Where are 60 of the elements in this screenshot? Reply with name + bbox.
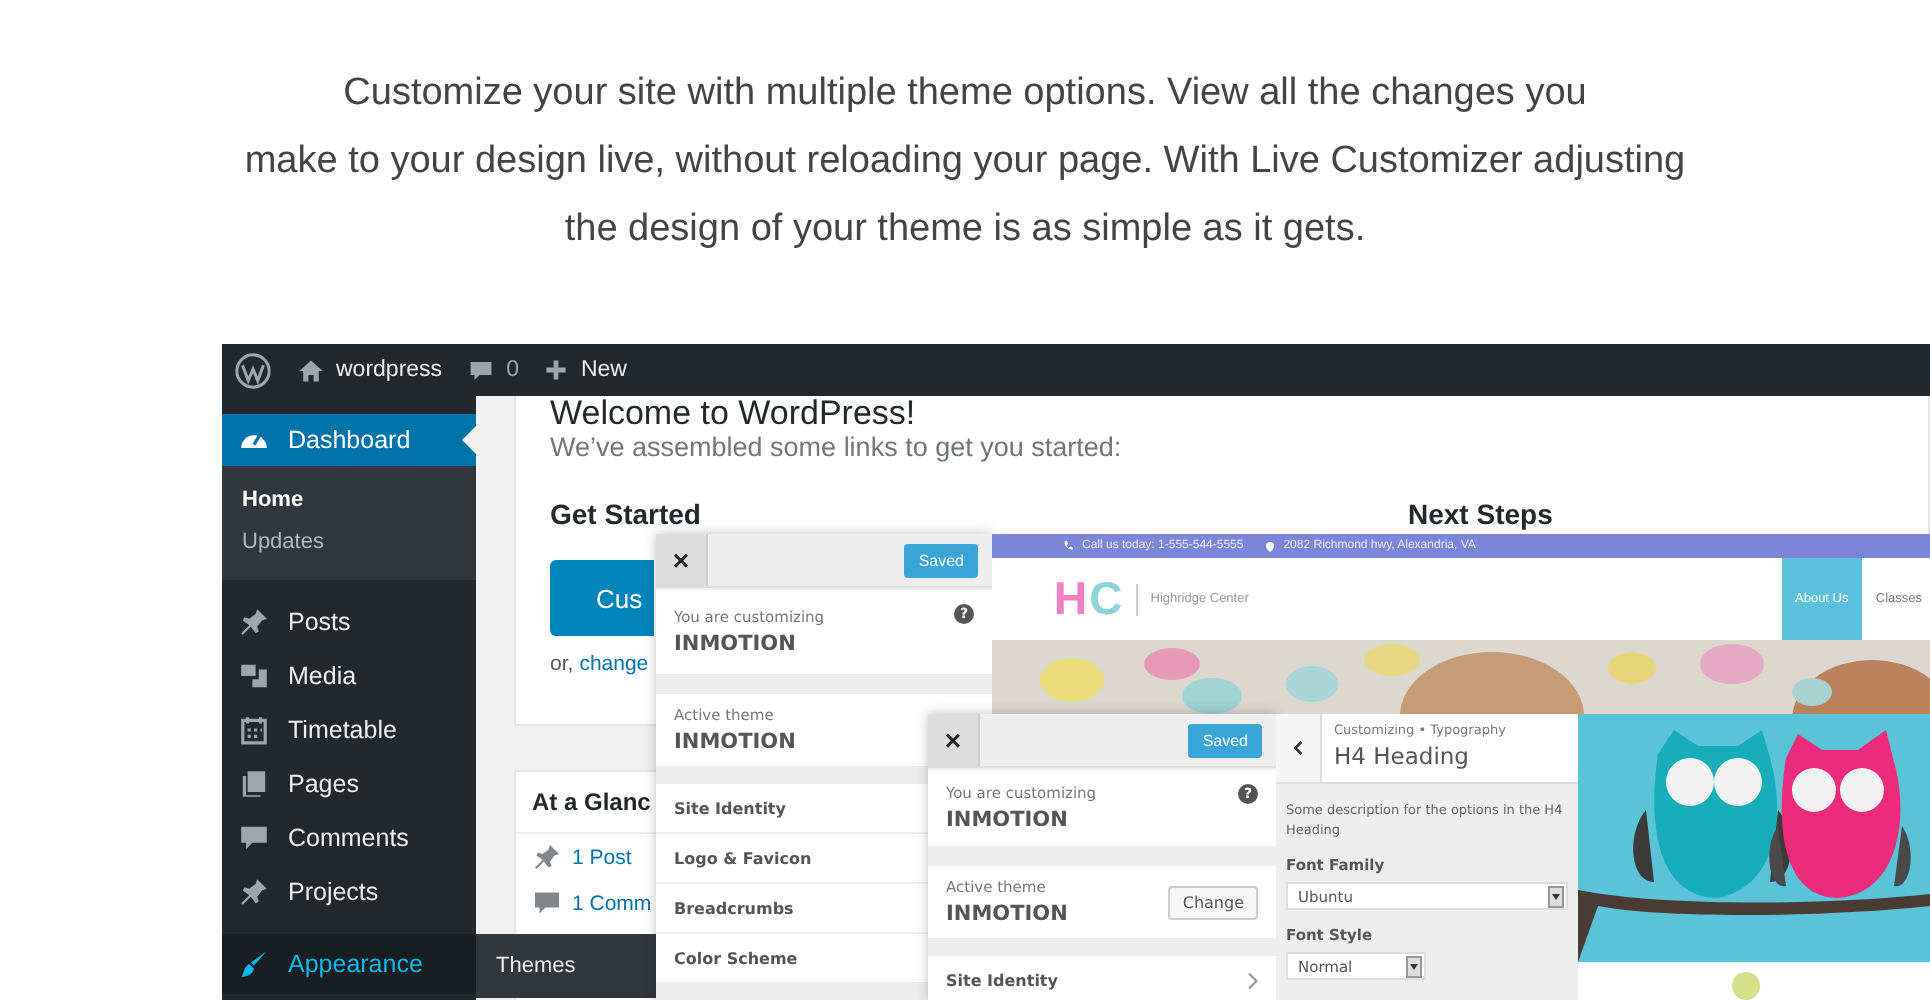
count-link[interactable]: 1 Comm xyxy=(572,891,652,915)
home-icon xyxy=(298,357,324,383)
section-heading: Get Started xyxy=(550,496,703,532)
theme-name: INMOTION xyxy=(674,632,798,656)
intro-paragraph: Customize your site with multiple theme options. View all the changes you make to your design live, without reloading your page. With Live Customizer adjusting the design of your theme is as simple as it gets. xyxy=(242,70,1688,254)
close-button[interactable]: × xyxy=(656,534,708,586)
link-prefix: or, xyxy=(550,652,574,676)
submenu-item[interactable]: Home xyxy=(222,480,476,522)
menu-item[interactable]: Comments xyxy=(222,810,476,864)
menu-item[interactable]: Timetable xyxy=(222,702,476,756)
theme-name: INMOTION xyxy=(946,808,1070,832)
section-item[interactable]: Logo & Favicon xyxy=(656,834,928,884)
menu-item[interactable]: Projects xyxy=(222,864,476,918)
brush-icon xyxy=(238,948,270,980)
calendar-icon xyxy=(238,713,270,745)
section-item[interactable]: Color Scheme xyxy=(656,934,928,984)
carousel-dot[interactable] xyxy=(1732,972,1760,1000)
comment-icon xyxy=(238,821,270,853)
chevron-left-icon xyxy=(1293,740,1303,756)
menu-item[interactable]: Posts xyxy=(222,594,476,648)
plus-icon xyxy=(544,358,569,382)
logo-letter: C xyxy=(1089,572,1125,626)
close-button[interactable]: × xyxy=(928,714,980,766)
panel-title: At a Glanc xyxy=(532,786,651,820)
section-title: H4 Heading xyxy=(1334,742,1471,770)
section-item[interactable]: Site Identity xyxy=(928,956,1276,1000)
comments-link[interactable]: 0 xyxy=(468,357,519,383)
theme-name: INMOTION xyxy=(946,902,1068,926)
media-icon xyxy=(238,659,270,691)
chevron-right-icon xyxy=(1246,971,1258,989)
change-link[interactable]: change xyxy=(579,652,649,676)
submenu-item[interactable]: Updates xyxy=(222,522,476,564)
welcome-title: Welcome to WordPress! xyxy=(550,396,918,432)
section-item[interactable]: Site Identity xyxy=(656,784,928,834)
welcome-subtitle: We’ve assembled some links to get you started: xyxy=(550,432,1124,464)
change-button[interactable]: Change xyxy=(1168,885,1258,919)
pin-icon xyxy=(238,875,270,907)
count-link[interactable]: 1 Post xyxy=(572,845,632,869)
location-icon xyxy=(1263,539,1276,553)
site-link[interactable]: wordpress xyxy=(298,357,443,383)
menu-item[interactable]: Appearance xyxy=(222,934,476,994)
section-item[interactable]: Breadcrumbs xyxy=(656,884,928,934)
pin-icon xyxy=(532,842,562,872)
pin-icon xyxy=(238,605,270,637)
menu-item[interactable]: Dashboard xyxy=(222,414,476,466)
phone-icon xyxy=(1062,540,1074,552)
comment-icon xyxy=(532,888,562,918)
theme-name: INMOTION xyxy=(674,730,796,754)
logo-icon xyxy=(234,351,272,389)
pages-icon xyxy=(238,767,270,799)
back-button[interactable] xyxy=(1276,714,1322,782)
logo-letter: H xyxy=(1054,572,1090,626)
menu-item[interactable]: Pages xyxy=(222,756,476,810)
new-link[interactable]: New xyxy=(544,358,627,382)
customize-button[interactable]: Cus xyxy=(550,560,654,636)
comment-icon xyxy=(468,357,495,383)
caret-icon xyxy=(1410,963,1418,969)
section-heading: Next Steps xyxy=(1408,496,1555,532)
caret-icon xyxy=(1552,893,1560,899)
menu-item[interactable]: Media xyxy=(222,648,476,702)
